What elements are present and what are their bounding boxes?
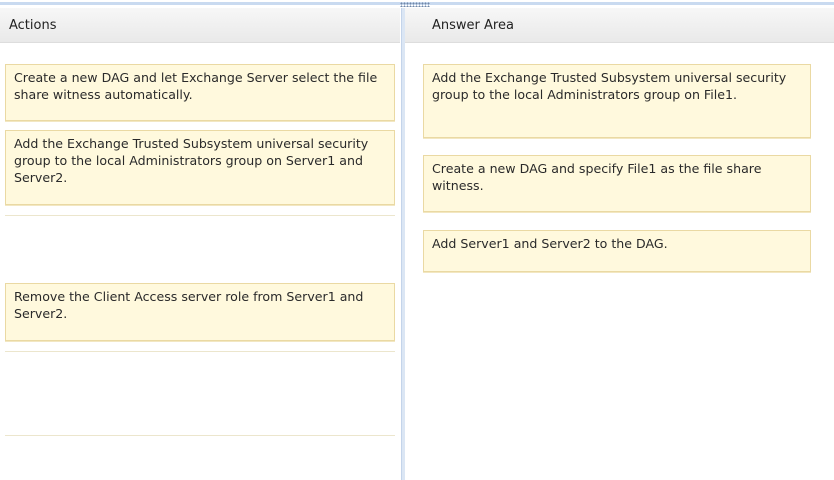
drag-drop-exercise: Actions Create a new DAG and let Exchang…: [0, 0, 834, 480]
empty-action-slot: [5, 351, 395, 433]
action-item-create-dag-auto-witness[interactable]: Create a new DAG and let Exchange Server…: [5, 64, 395, 121]
action-item-remove-client-access-role[interactable]: Remove the Client Access server role fro…: [5, 283, 395, 341]
action-item-add-trusted-subsystem-servers[interactable]: Add the Exchange Trusted Subsystem unive…: [5, 130, 395, 205]
answer-item-add-servers-to-dag[interactable]: Add Server1 and Server2 to the DAG.: [423, 230, 811, 272]
answer-item-add-trusted-subsystem-file1[interactable]: Add the Exchange Trusted Subsystem unive…: [423, 64, 811, 138]
answer-area-panel: Answer Area Add the Exchange Trusted Sub…: [405, 8, 834, 480]
empty-action-slot: [5, 435, 395, 480]
splitter-grip[interactable]: [400, 2, 430, 7]
answer-item-create-dag-file1-witness[interactable]: Create a new DAG and specify File1 as th…: [423, 155, 811, 212]
actions-panel-header: Actions: [0, 8, 400, 43]
empty-action-slot: [5, 215, 395, 273]
actions-panel: Actions Create a new DAG and let Exchang…: [0, 8, 400, 480]
answer-area-header: Answer Area: [405, 8, 834, 43]
